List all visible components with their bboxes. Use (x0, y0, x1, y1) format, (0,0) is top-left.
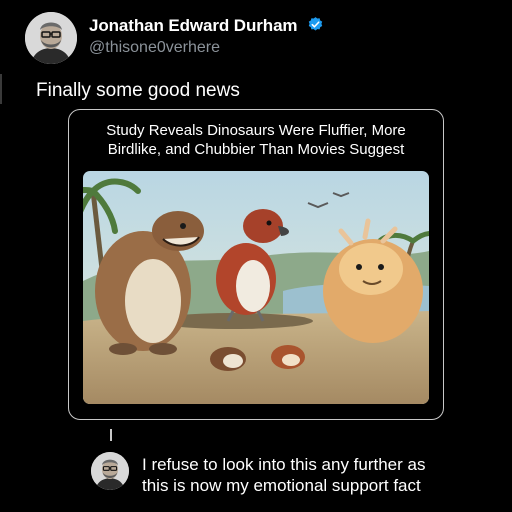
reply-text-line-1: I refuse to look into this any further a… (142, 455, 426, 474)
reply-author-avatar[interactable] (91, 452, 129, 490)
reply-text-line-2: this is now my emotional support fact (142, 476, 421, 495)
thread-connector-left (0, 74, 2, 104)
author-name[interactable]: Jonathan Edward Durham (89, 16, 298, 36)
post-text: Finally some good news (36, 80, 240, 101)
verified-badge-icon (308, 17, 323, 31)
article-headline-line-1: Study Reveals Dinosaurs Were Fluffier, M… (106, 122, 406, 139)
article-headline-line-2: Birdlike, and Chubbier Than Movies Sugge… (107, 141, 405, 158)
article-image[interactable] (83, 171, 429, 404)
article-headline[interactable]: Study Reveals Dinosaurs Were Fluffier, M… (69, 121, 443, 159)
author-handle[interactable]: @thisone0verhere (89, 39, 220, 57)
quoted-article-card[interactable]: Study Reveals Dinosaurs Were Fluffier, M… (68, 109, 444, 420)
thread-connector (110, 429, 112, 441)
author-avatar[interactable] (25, 12, 77, 64)
reply-text: I refuse to look into this any further a… (142, 454, 502, 496)
